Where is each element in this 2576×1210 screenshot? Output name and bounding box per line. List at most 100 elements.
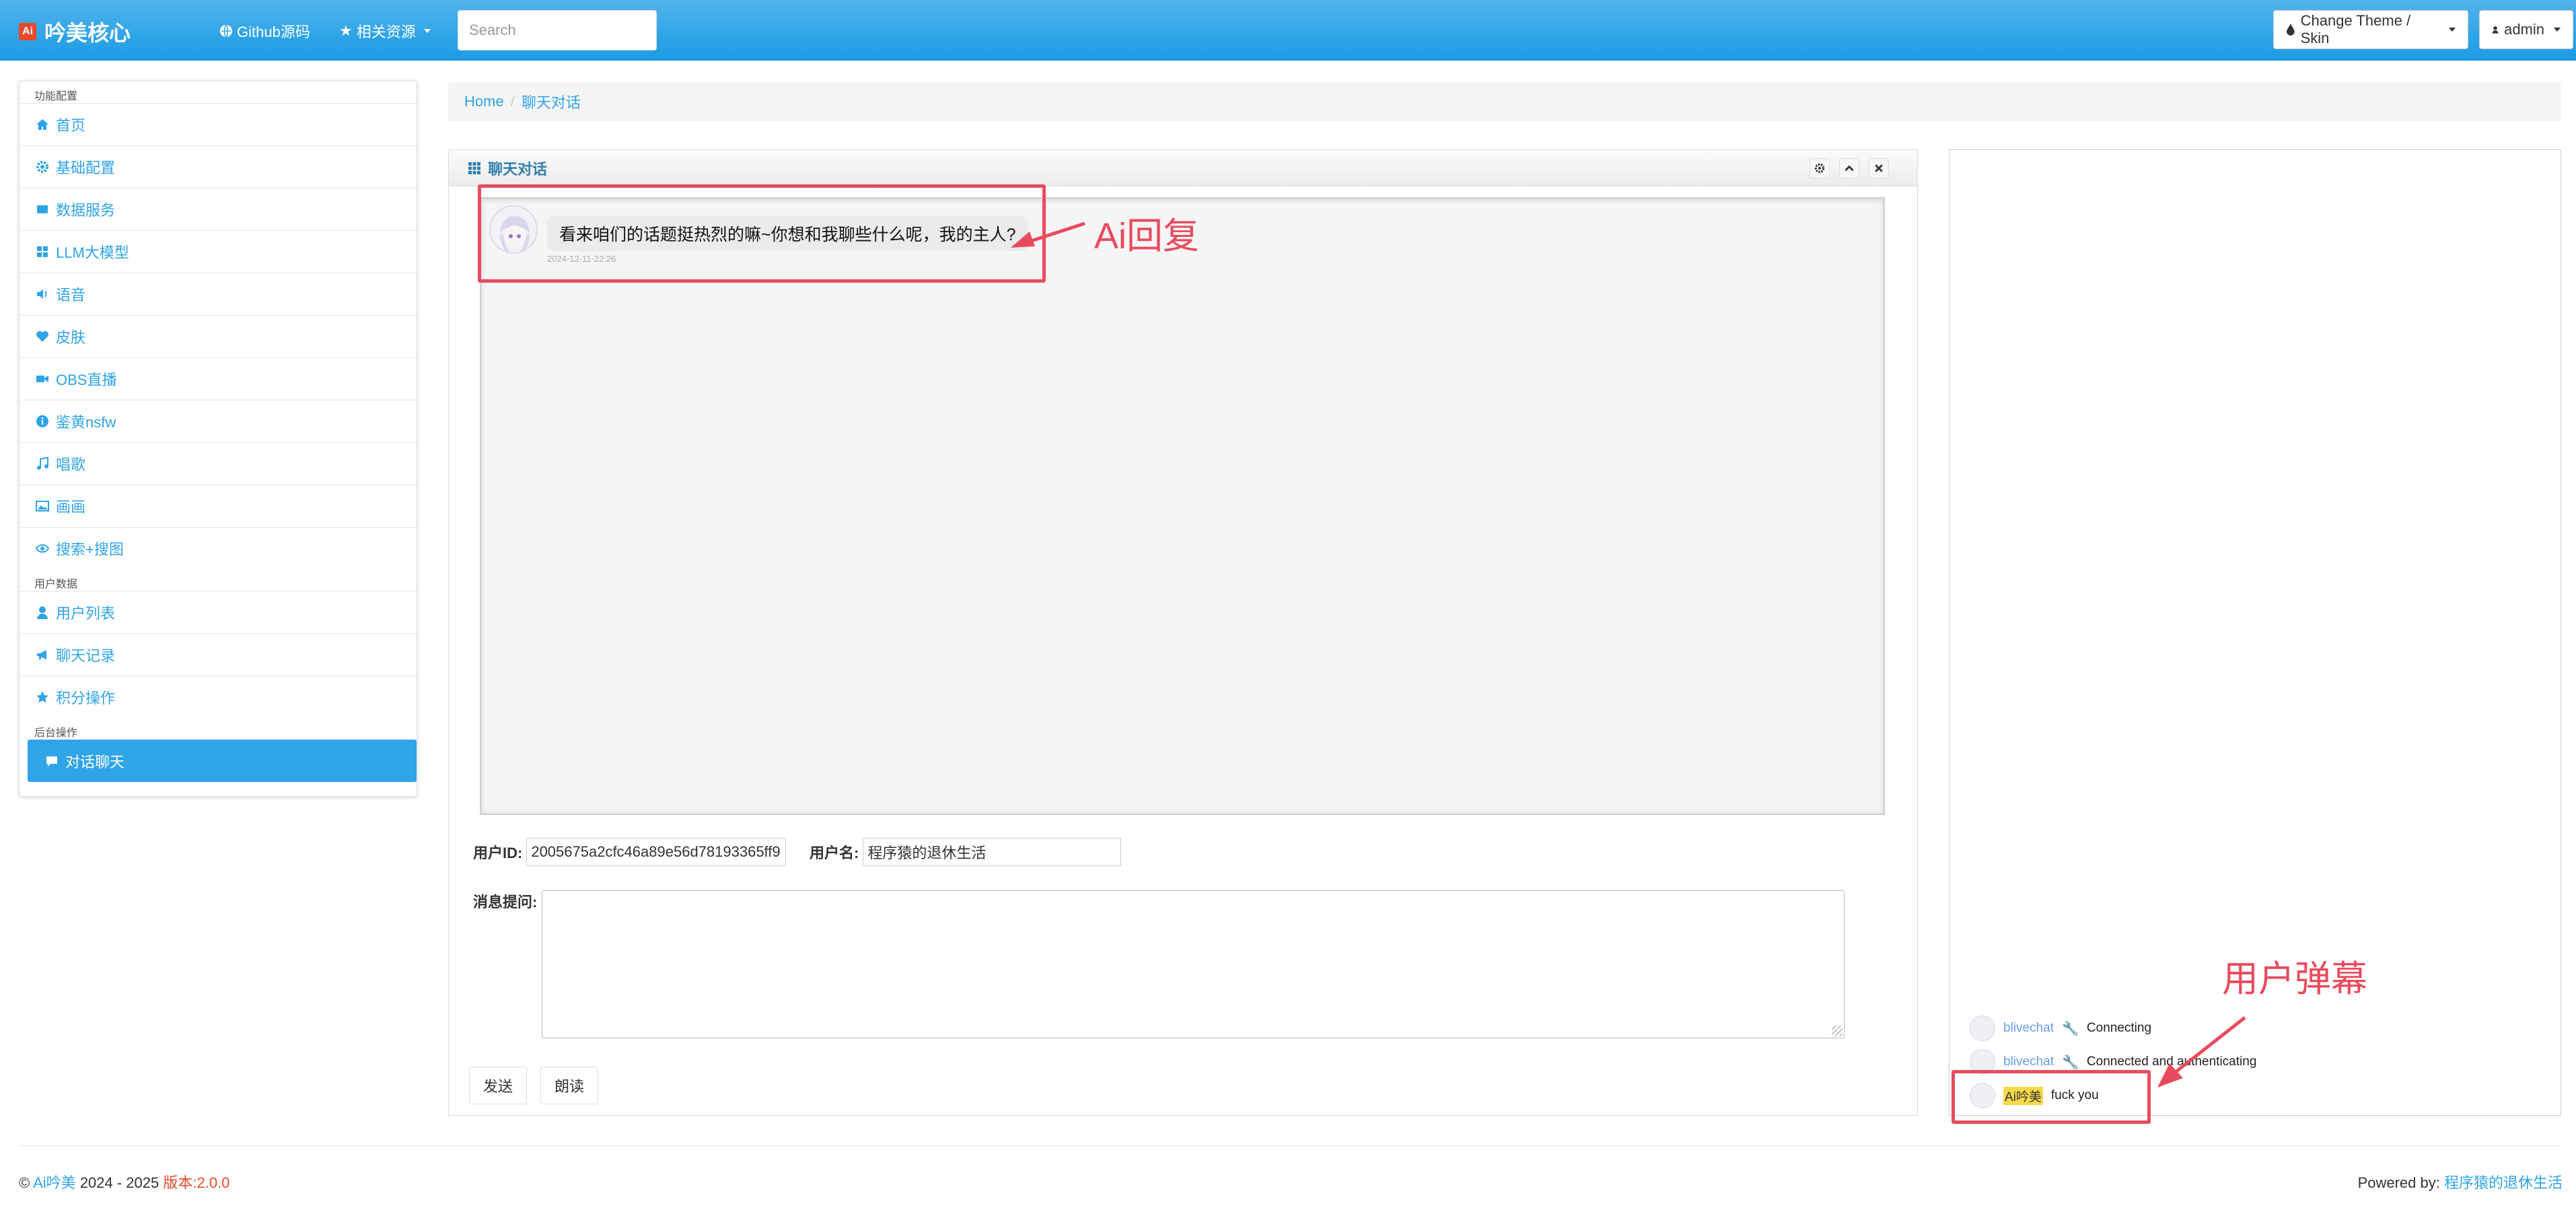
breadcrumb: Home / 聊天对话 — [448, 82, 2561, 121]
annotation-box-ai-reply — [478, 184, 1046, 283]
panel-settings-button[interactable] — [1810, 158, 1830, 178]
eye-icon — [36, 544, 49, 553]
sidebar-item-llm[interactable]: LLM大模型 — [20, 230, 417, 273]
sidebar-item-data-service[interactable]: 数据服务 — [20, 188, 417, 230]
sidebar-item-label: 首页 — [56, 117, 86, 134]
footer-version: 版本:2.0.0 — [163, 1174, 230, 1191]
volume-icon — [37, 289, 47, 299]
breadcrumb-home[interactable]: Home — [464, 93, 504, 110]
close-icon — [1875, 164, 1883, 172]
panel-tools — [1810, 158, 1889, 178]
chat-panel: 聊天对话 看来咱们的话题挺热烈的嘛~你想和我聊些什么呢，我的主人? 2024-1… — [448, 149, 1918, 1116]
sidebar-item-label: 语音 — [56, 287, 86, 304]
sidebar-item-label: 鉴黄nsfw — [56, 414, 116, 431]
powered-by-link[interactable]: 程序猿的退休生活 — [2444, 1174, 2563, 1191]
github-link-label: Github源码 — [237, 24, 310, 40]
resize-grip-icon[interactable] — [1832, 1026, 1842, 1036]
send-button[interactable]: 发送 — [469, 1067, 527, 1104]
sidebar-item-label: 皮肤 — [56, 329, 86, 346]
brand[interactable]: Ai 吟美核心 — [19, 16, 131, 47]
sidebar: 功能配置 首页 基础配置 数据服务 LLM大模型 语音 皮肤 OBS直播 鉴黄n… — [19, 81, 417, 797]
sidebar-item-skin[interactable]: 皮肤 — [20, 315, 417, 357]
caret-down-icon — [2449, 28, 2456, 32]
user-menu-button[interactable]: admin — [2479, 10, 2573, 49]
breadcrumb-current[interactable]: 聊天对话 — [522, 91, 581, 112]
sidebar-item-draw[interactable]: 画画 — [20, 485, 417, 527]
sidebar-item-nsfw[interactable]: 鉴黄nsfw — [20, 400, 417, 442]
top-navbar: Ai 吟美核心 Github源码 ★ 相关资源 Change Theme / S… — [0, 0, 2576, 61]
panel-collapse-button[interactable] — [1839, 158, 1859, 178]
resources-dropdown[interactable]: ★ 相关资源 — [339, 20, 431, 42]
sidebar-item-sing[interactable]: 唱歌 — [20, 442, 417, 485]
info-icon — [36, 415, 48, 427]
sidebar-item-label: 搜索+搜图 — [56, 541, 124, 558]
user-id-field[interactable] — [526, 838, 787, 866]
change-theme-label: Change Theme / Skin — [2300, 12, 2411, 46]
music-icon — [37, 457, 48, 470]
user-id-row: 用户ID: — [473, 838, 787, 866]
sidebar-item-label: 画画 — [56, 499, 86, 515]
read-aloud-button[interactable]: 朗读 — [540, 1067, 598, 1104]
avatar — [1970, 1016, 1995, 1041]
footer-years: 2024 - 2025 — [79, 1174, 159, 1191]
gear-icon — [36, 161, 48, 173]
chat-panel-title: 聊天对话 — [488, 160, 548, 178]
sidebar-item-label: LLM大模型 — [56, 244, 129, 261]
star-icon: ★ — [339, 22, 353, 39]
annotation-ai-reply: Ai回复 — [1094, 216, 1200, 256]
user-icon — [2492, 26, 2499, 34]
sidebar-section-userdata: 用户数据 — [34, 579, 78, 590]
username-row: 用户名: — [810, 838, 1122, 866]
sidebar-item-label: 用户列表 — [56, 605, 116, 622]
brand-logo: Ai — [19, 23, 36, 40]
home-icon — [36, 119, 48, 130]
sidebar-item-label: 聊天记录 — [56, 647, 116, 664]
footer-copyright: © Ai吟美 2024 - 2025 版本:2.0.0 — [19, 1171, 229, 1193]
search-input[interactable] — [458, 10, 657, 50]
user-icon — [37, 606, 48, 619]
caret-down-icon — [423, 29, 431, 33]
sidebar-item-home[interactable]: 首页 — [20, 103, 417, 145]
annotation-arrow-icon — [1011, 221, 1085, 248]
sidebar-section-backend: 后台操作 — [34, 727, 78, 739]
question-label: 消息提问: — [473, 894, 538, 911]
chat-panel-header: 聊天对话 — [449, 150, 1917, 186]
sidebar-item-label: OBS直播 — [56, 371, 117, 388]
breadcrumb-separator: / — [510, 93, 515, 110]
sidebar-item-obs[interactable]: OBS直播 — [20, 357, 417, 400]
sidebar-item-chat[interactable]: 对话聊天 — [28, 740, 417, 782]
annotation-user-danmaku: 用户弹幕 — [2222, 959, 2367, 999]
hdd-icon — [37, 205, 48, 213]
caret-down-icon — [2554, 28, 2561, 32]
comment-icon — [46, 756, 57, 767]
username-field[interactable] — [863, 838, 1122, 866]
footer-site-link[interactable]: Ai吟美 — [33, 1174, 76, 1191]
sidebar-item-voice[interactable]: 语音 — [20, 273, 417, 315]
globe-icon — [220, 24, 232, 38]
question-textarea[interactable] — [542, 890, 1845, 1038]
username-label: 用户名: — [810, 845, 859, 861]
chat-message-area[interactable]: 看来咱们的话题挺热烈的嘛~你想和我聊些什么呢，我的主人? 2024-12-11-… — [480, 197, 1885, 815]
danmaku-row: blivechat 🔧 Connecting — [1970, 1016, 2151, 1041]
sidebar-item-label: 积分操作 — [56, 690, 116, 707]
github-link[interactable]: Github源码 — [219, 20, 310, 42]
powered-by-label: Powered by: — [2357, 1174, 2440, 1191]
panel-close-button[interactable] — [1869, 158, 1889, 178]
user-id-label: 用户ID: — [473, 845, 523, 861]
sidebar-item-basic-config[interactable]: 基础配置 — [20, 145, 417, 188]
sidebar-item-label: 数据服务 — [56, 202, 116, 219]
annotation-box-user-danmaku — [1952, 1070, 2151, 1124]
user-menu-label: admin — [2504, 21, 2544, 38]
resources-dropdown-label: 相关资源 — [356, 24, 416, 40]
change-theme-button[interactable]: Change Theme / Skin — [2273, 10, 2468, 49]
tint-icon — [2286, 24, 2295, 36]
sidebar-item-points[interactable]: 积分操作 — [20, 676, 417, 718]
copyright-symbol: © — [19, 1174, 30, 1191]
bullhorn-icon — [37, 650, 46, 660]
chevron-up-icon — [1845, 165, 1854, 172]
danmaku-author: blivechat — [2003, 1021, 2054, 1035]
sidebar-item-chat-log[interactable]: 聊天记录 — [20, 633, 417, 676]
sidebar-item-user-list[interactable]: 用户列表 — [20, 591, 417, 633]
sidebar-item-search[interactable]: 搜索+搜图 — [20, 527, 417, 569]
footer-divider — [19, 1145, 2561, 1146]
